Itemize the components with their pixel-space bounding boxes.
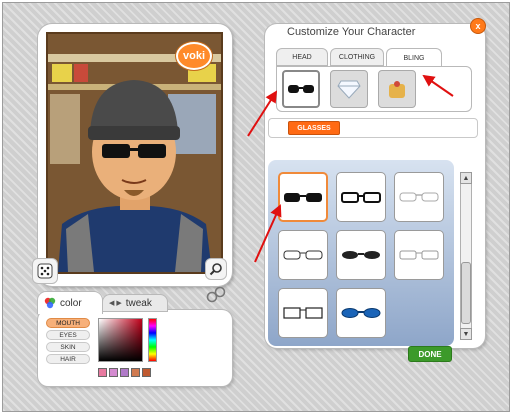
category-glasses[interactable] xyxy=(282,70,320,108)
arrows-icon: ◀ ▶ xyxy=(109,300,122,307)
sunglasses-icon xyxy=(288,85,314,93)
share-icon[interactable] xyxy=(206,286,226,304)
category-jewelry[interactable] xyxy=(330,70,368,108)
diamond-icon xyxy=(337,80,361,99)
part-mouth[interactable]: MOUTH xyxy=(46,318,90,328)
scroll-thumb[interactable] xyxy=(461,262,471,324)
blue-shades-icon xyxy=(341,308,381,318)
part-hair[interactable]: HAIR xyxy=(46,354,90,364)
swatch[interactable] xyxy=(109,368,118,377)
tab-color[interactable]: color xyxy=(38,292,102,314)
dice-icon xyxy=(37,263,53,279)
close-button[interactable]: x xyxy=(470,18,486,34)
thin-frame-glasses-icon xyxy=(283,250,323,260)
swatch[interactable] xyxy=(131,368,140,377)
black-shades-icon xyxy=(342,251,380,259)
accessories-icon xyxy=(389,81,405,98)
tab-clothing[interactable]: CLOTHING xyxy=(330,48,384,66)
rectangle-glasses-icon xyxy=(283,307,323,319)
swatch[interactable] xyxy=(142,368,151,377)
tab-tweak-label: tweak xyxy=(125,297,152,309)
dark-sunglasses-icon xyxy=(284,193,322,202)
scroll-up-button[interactable]: ▲ xyxy=(460,172,472,184)
color-picker-square[interactable] xyxy=(98,318,143,362)
item-glasses[interactable] xyxy=(336,172,386,222)
item-glasses[interactable] xyxy=(394,172,444,222)
item-glasses[interactable] xyxy=(278,172,328,222)
item-glasses[interactable] xyxy=(336,230,386,280)
tab-head[interactable]: HEAD xyxy=(276,48,328,66)
panel-title: Customize Your Character xyxy=(287,26,416,38)
item-glasses[interactable] xyxy=(336,288,386,338)
part-eyes[interactable]: EYES xyxy=(46,330,90,340)
part-skin[interactable]: SKIN xyxy=(46,342,90,352)
tab-color-label: color xyxy=(60,297,82,309)
zoom-button[interactable] xyxy=(205,258,227,280)
subcategory-glasses[interactable]: GLASSES xyxy=(288,121,340,135)
magnifier-icon xyxy=(209,263,222,276)
rimless-glasses-icon xyxy=(399,192,439,202)
item-glasses[interactable] xyxy=(278,230,328,280)
scroll-down-button[interactable]: ▼ xyxy=(460,328,472,340)
hue-slider[interactable] xyxy=(148,318,157,362)
swatch[interactable] xyxy=(120,368,129,377)
tab-tweak[interactable]: ◀ ▶ tweak xyxy=(102,294,168,312)
item-glasses[interactable] xyxy=(394,230,444,280)
done-button[interactable]: DONE xyxy=(408,346,452,362)
color-wheel-icon xyxy=(44,297,56,309)
randomize-dice-button[interactable] xyxy=(32,258,58,284)
color-swatches xyxy=(98,368,151,377)
color-part-list: MOUTH EYES SKIN HAIR xyxy=(46,318,90,366)
voki-logo: voki xyxy=(176,42,212,70)
swatch[interactable] xyxy=(98,368,107,377)
item-glasses[interactable] xyxy=(278,288,328,338)
light-frame-glasses-icon xyxy=(399,250,439,260)
tab-bling[interactable]: BLING xyxy=(386,48,442,68)
black-frame-glasses-icon xyxy=(341,192,381,203)
category-accessories[interactable] xyxy=(378,70,416,108)
